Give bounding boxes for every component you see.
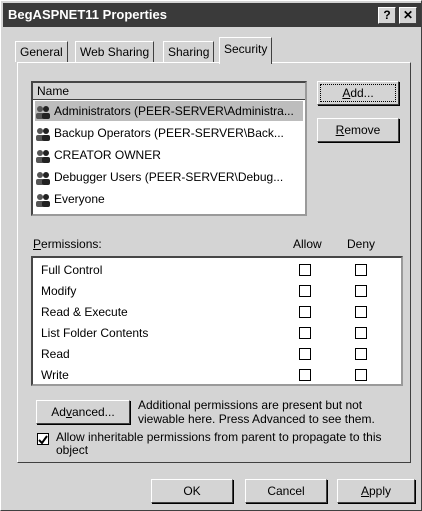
permission-label: List Folder Contents bbox=[41, 326, 149, 340]
permission-label: Modify bbox=[41, 284, 77, 298]
cancel-button[interactable]: Cancel bbox=[245, 479, 327, 503]
users-icon bbox=[36, 149, 50, 163]
advanced-button[interactable]: Advanced... bbox=[36, 400, 130, 424]
list-item-label: Debugger Users (PEER-SERVER\Debug... bbox=[54, 170, 284, 184]
permission-label: Read & Execute bbox=[41, 305, 128, 319]
permission-allow-checkbox[interactable] bbox=[299, 327, 311, 339]
title-bar[interactable]: BegASPNET11 Properties ? ✕ bbox=[3, 3, 421, 27]
permission-deny-checkbox[interactable] bbox=[355, 264, 367, 276]
permissions-label: Permissions: bbox=[33, 237, 102, 251]
properties-dialog: BegASPNET11 Properties ? ✕ General Web S… bbox=[0, 0, 422, 511]
users-icon bbox=[36, 193, 50, 207]
permission-deny-checkbox[interactable] bbox=[355, 285, 367, 297]
advanced-note-line1: Additional permissions are present but n… bbox=[138, 398, 363, 412]
tab-general[interactable]: General bbox=[15, 41, 68, 62]
list-item[interactable]: Administrators (PEER-SERVER\Administra..… bbox=[35, 101, 303, 121]
remove-button[interactable]: Remove bbox=[317, 118, 399, 142]
permission-label: Write bbox=[41, 368, 69, 382]
inherit-label-line2[interactable]: object bbox=[56, 443, 88, 457]
users-icon bbox=[36, 105, 50, 119]
ok-button[interactable]: OK bbox=[151, 479, 233, 503]
tab-web-sharing[interactable]: Web Sharing bbox=[75, 41, 155, 62]
permission-deny-checkbox[interactable] bbox=[355, 327, 367, 339]
list-item-label: CREATOR OWNER bbox=[54, 148, 161, 162]
inherit-label-line1[interactable]: Allow inheritable permissions from paren… bbox=[56, 430, 382, 444]
list-item-label: Backup Operators (PEER-SERVER\Back... bbox=[54, 126, 284, 140]
inherit-checkbox[interactable] bbox=[37, 433, 49, 445]
list-header-name[interactable]: Name bbox=[33, 83, 305, 100]
permission-allow-checkbox[interactable] bbox=[299, 264, 311, 276]
close-button[interactable]: ✕ bbox=[399, 7, 417, 24]
users-list[interactable]: Name Administrators (PEER-SERVER\Adminis… bbox=[31, 81, 307, 216]
permission-label: Full Control bbox=[41, 263, 103, 277]
permission-deny-checkbox[interactable] bbox=[355, 306, 367, 318]
users-icon bbox=[36, 127, 50, 141]
advanced-note-line2: viewable here. Press Advanced to see the… bbox=[138, 412, 375, 426]
deny-header: Deny bbox=[347, 237, 376, 251]
allow-header: Allow bbox=[293, 237, 322, 251]
list-item-label: Administrators (PEER-SERVER\Administra..… bbox=[54, 104, 294, 118]
list-item[interactable]: Debugger Users (PEER-SERVER\Debug... bbox=[35, 167, 283, 187]
permission-allow-checkbox[interactable] bbox=[299, 306, 311, 318]
add-button[interactable]: Add... bbox=[317, 81, 399, 105]
list-item-label: Everyone bbox=[54, 192, 105, 206]
list-item[interactable]: Everyone bbox=[35, 189, 105, 209]
permission-allow-checkbox[interactable] bbox=[299, 348, 311, 360]
permissions-list: Full Control Modify Read & Execute List Fol… bbox=[31, 256, 403, 386]
permission-deny-checkbox[interactable] bbox=[355, 348, 367, 360]
permission-label: Read bbox=[41, 347, 70, 361]
permission-allow-checkbox[interactable] bbox=[299, 369, 311, 381]
help-button[interactable]: ? bbox=[378, 7, 396, 24]
permission-deny-checkbox[interactable] bbox=[355, 369, 367, 381]
users-icon bbox=[36, 171, 50, 185]
tab-security[interactable]: Security bbox=[219, 37, 273, 64]
list-item[interactable]: Backup Operators (PEER-SERVER\Back... bbox=[35, 123, 284, 143]
permission-allow-checkbox[interactable] bbox=[299, 285, 311, 297]
tab-sharing[interactable]: Sharing bbox=[163, 41, 215, 62]
list-item[interactable]: CREATOR OWNER bbox=[35, 145, 161, 165]
window-title: BegASPNET11 Properties bbox=[8, 7, 167, 22]
apply-button[interactable]: Apply bbox=[337, 479, 415, 503]
checkmark-icon bbox=[38, 435, 48, 445]
